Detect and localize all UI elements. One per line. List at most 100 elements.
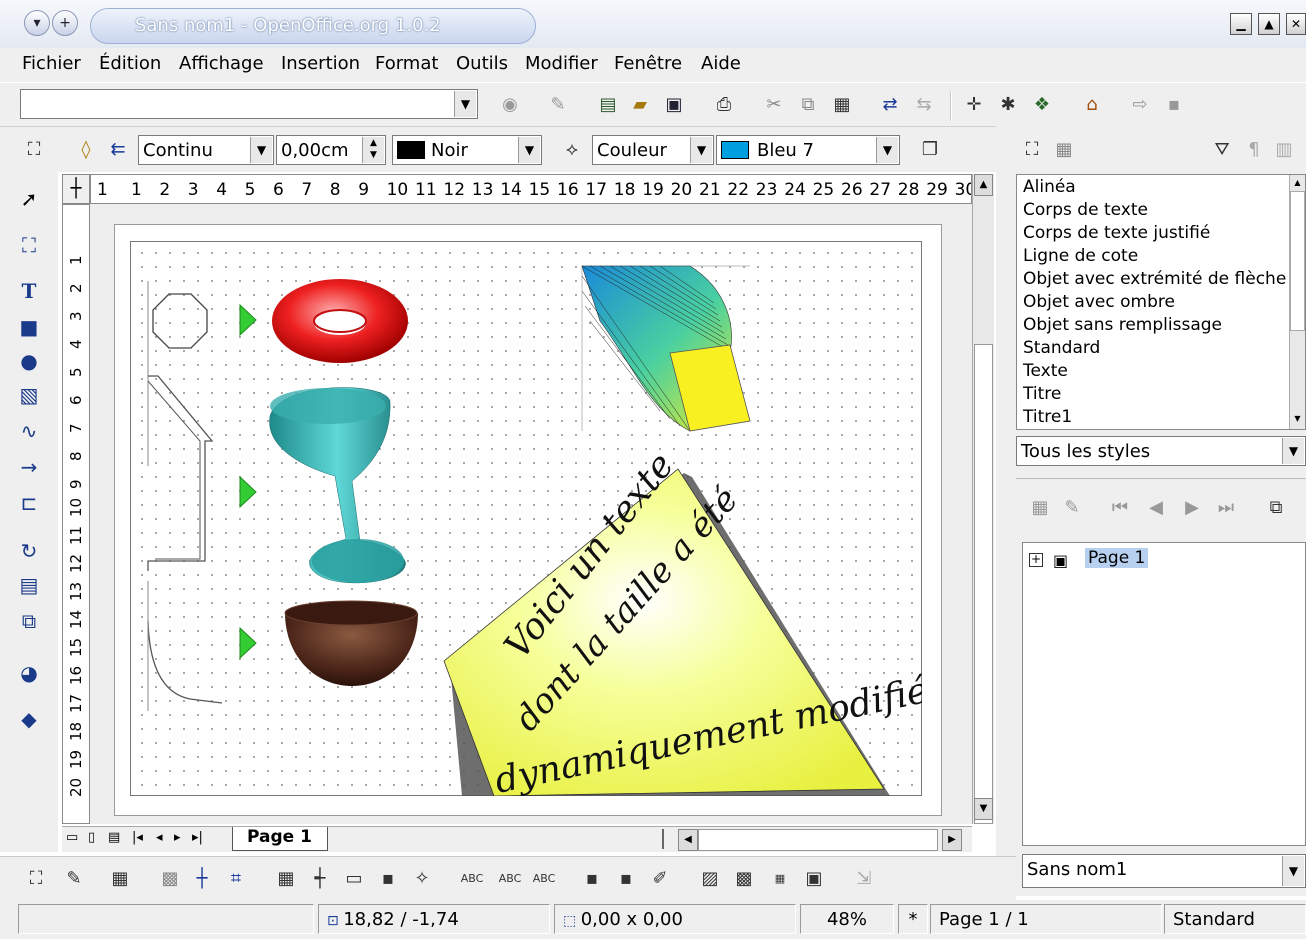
zoom-icon[interactable]: ⛶	[14, 230, 44, 260]
line-arrow-tool-icon[interactable]: →	[14, 452, 44, 482]
snap-lines-on-icon[interactable]: ┽	[306, 865, 334, 893]
text-tool-icon[interactable]: T	[14, 276, 44, 306]
navigator-page-item[interactable]: Page 1	[1085, 548, 1149, 568]
scroll-up-icon[interactable]: ▲	[974, 174, 993, 196]
style-item[interactable]: Alinéa	[1023, 177, 1076, 197]
menu-affichage[interactable]: Affichage	[179, 53, 264, 74]
chevron-down-icon[interactable]: ▼	[1282, 438, 1304, 464]
document-select[interactable]: Sans nom1 ▼	[1022, 854, 1306, 888]
alignment-icon[interactable]: ▤	[14, 570, 44, 600]
navigator-tree[interactable]: + ▣ Page 1	[1022, 542, 1306, 846]
style-item[interactable]: Ligne de cote	[1023, 246, 1138, 266]
curve-shape[interactable]	[147, 620, 223, 704]
navigator-icon[interactable]: ✛	[960, 91, 988, 119]
quick-edit-icon[interactable]: ▨	[696, 865, 724, 893]
scroll-left-icon[interactable]: ◀	[678, 829, 698, 851]
tab-splitter[interactable]	[662, 829, 668, 849]
fill-type-select[interactable]: Couleur ▼	[592, 135, 714, 165]
menu-insertion[interactable]: Insertion	[281, 53, 360, 74]
style-item[interactable]: Objet avec extrémité de flèche	[1023, 269, 1286, 289]
line-icon[interactable]: ◊	[72, 136, 100, 164]
text-only-icon[interactable]: ▦	[766, 865, 794, 893]
paste-icon[interactable]: ▦	[828, 91, 856, 119]
rotation-mode-icon[interactable]: ✎	[60, 865, 88, 893]
connector-tool-icon[interactable]: ⊏	[14, 488, 44, 518]
snap-points-icon[interactable]: ✧	[408, 865, 436, 893]
chevron-down-icon[interactable]: ▼	[1282, 856, 1304, 886]
stylist-icon[interactable]: ✱	[994, 91, 1022, 119]
vertical-scroll-thumb[interactable]	[974, 344, 993, 824]
master-mode-icon[interactable]: ▤	[108, 830, 120, 845]
snap-grid-icon[interactable]: ▦	[272, 865, 300, 893]
arrow-right-icon[interactable]	[239, 303, 257, 337]
line-width-spinner[interactable]: 0,00cm ▲ ▼	[276, 135, 386, 165]
show-grid-icon[interactable]: ▦	[106, 865, 134, 893]
arrow-right-icon[interactable]	[239, 626, 257, 660]
style-item[interactable]: Titre	[1023, 384, 1061, 404]
3d-effects-icon[interactable]: ◆	[14, 704, 44, 734]
chevron-down-icon[interactable]: ▼	[876, 137, 898, 163]
shadow-icon[interactable]: ❐	[916, 136, 944, 164]
first-slide-icon[interactable]: ⏮	[1106, 494, 1134, 522]
open-folder-icon[interactable]: ▰	[626, 91, 654, 119]
save-icon[interactable]: ▣	[660, 91, 688, 119]
window-sticky-button[interactable]: +	[52, 10, 78, 36]
last-page-icon[interactable]: ▸|	[192, 830, 203, 845]
style-item[interactable]: Objet sans remplissage	[1023, 315, 1222, 335]
drag-mode-icon[interactable]: ✎	[1058, 494, 1086, 522]
pen-icon[interactable]: ▦	[1026, 494, 1054, 522]
help-agent-icon[interactable]: ▪	[1160, 91, 1188, 119]
scroll-down-icon[interactable]: ▼	[1290, 411, 1305, 427]
graphics-styles-icon[interactable]: ⛶	[1018, 136, 1046, 164]
menu-fichier[interactable]: Fichier	[22, 53, 81, 74]
style-item[interactable]: Standard	[1023, 338, 1100, 358]
next-slide-icon[interactable]: ▶	[1178, 494, 1206, 522]
object-handles-icon[interactable]: ▪	[578, 865, 606, 893]
new-document-icon[interactable]: ▤	[594, 91, 622, 119]
scroll-right-icon[interactable]: ▶	[942, 829, 962, 851]
style-list-scrollbar[interactable]: ▲ ▼	[1289, 175, 1305, 429]
status-zoom[interactable]: 48%	[800, 904, 894, 934]
layer-mode-icon[interactable]: ▯	[88, 830, 95, 845]
spell-check-icon[interactable]: ABC	[458, 865, 486, 893]
fill-color-select[interactable]: Bleu 7 ▼	[716, 135, 900, 165]
fill-mode-icon[interactable]: ▩	[730, 865, 758, 893]
prev-slide-icon[interactable]: ◀	[1142, 494, 1170, 522]
fontwork-text-object[interactable]: Voici un texte dont la taille a été dyna…	[443, 445, 922, 796]
window-menu-button[interactable]: ▾	[24, 10, 50, 36]
menu-modifier[interactable]: Modifier	[525, 53, 598, 74]
glass-3d-object[interactable]	[269, 387, 406, 584]
horizontal-ruler[interactable]: 1 1 2 3 4 5 6 7 8 9 10 11 12 13 14 15 16 17 18 19 20 21 22 23 24…	[90, 174, 972, 204]
update-style-icon[interactable]: ▥	[1270, 136, 1298, 164]
presentation-styles-icon[interactable]: ▦	[1050, 136, 1078, 164]
octagon-shape[interactable]	[152, 293, 208, 349]
line-color-select[interactable]: Noir ▼	[392, 135, 542, 165]
ellipse-tool-icon[interactable]: ●	[14, 346, 44, 376]
style-item[interactable]: Titre1	[1023, 407, 1072, 427]
style-list-scroll-thumb[interactable]	[1290, 191, 1305, 331]
polyline-inner-shape[interactable]	[147, 380, 201, 560]
select-arrow-icon[interactable]: ➚	[14, 184, 44, 214]
chevron-down-icon[interactable]: ▼	[250, 137, 272, 163]
rotate-tool-icon[interactable]: ↻	[14, 536, 44, 566]
large-handles-icon[interactable]: ▪	[612, 865, 640, 893]
language-icon[interactable]: ABC	[530, 865, 558, 893]
grid-icon[interactable]: ▩	[156, 865, 184, 893]
copy-icon[interactable]: ⧉	[794, 91, 822, 119]
first-page-icon[interactable]: |◂	[132, 830, 143, 845]
cut-icon[interactable]: ✂	[760, 91, 788, 119]
object-bar-handle-icon[interactable]: ⛶	[20, 136, 48, 164]
snap-page-margins-icon[interactable]: ▭	[340, 865, 368, 893]
scroll-down-icon[interactable]: ▼	[974, 798, 993, 820]
area-fill-icon[interactable]: ⟡	[558, 136, 586, 164]
style-filter-select[interactable]: Tous les styles ▼	[1016, 436, 1306, 466]
rectangle-tool-icon[interactable]: ■	[14, 312, 44, 342]
style-item[interactable]: Objet avec ombre	[1023, 292, 1175, 312]
vertical-scrollbar[interactable]: ▲ ▼	[972, 174, 994, 824]
menu-fenetre[interactable]: Fenêtre	[614, 53, 682, 74]
ruler-origin[interactable]: ┼	[62, 174, 90, 204]
menu-aide[interactable]: Aide	[701, 53, 741, 74]
torus-3d-object[interactable]	[272, 279, 408, 363]
auto-spellcheck-icon[interactable]: ABC	[496, 865, 524, 893]
gallery-icon[interactable]: ❖	[1028, 91, 1056, 119]
